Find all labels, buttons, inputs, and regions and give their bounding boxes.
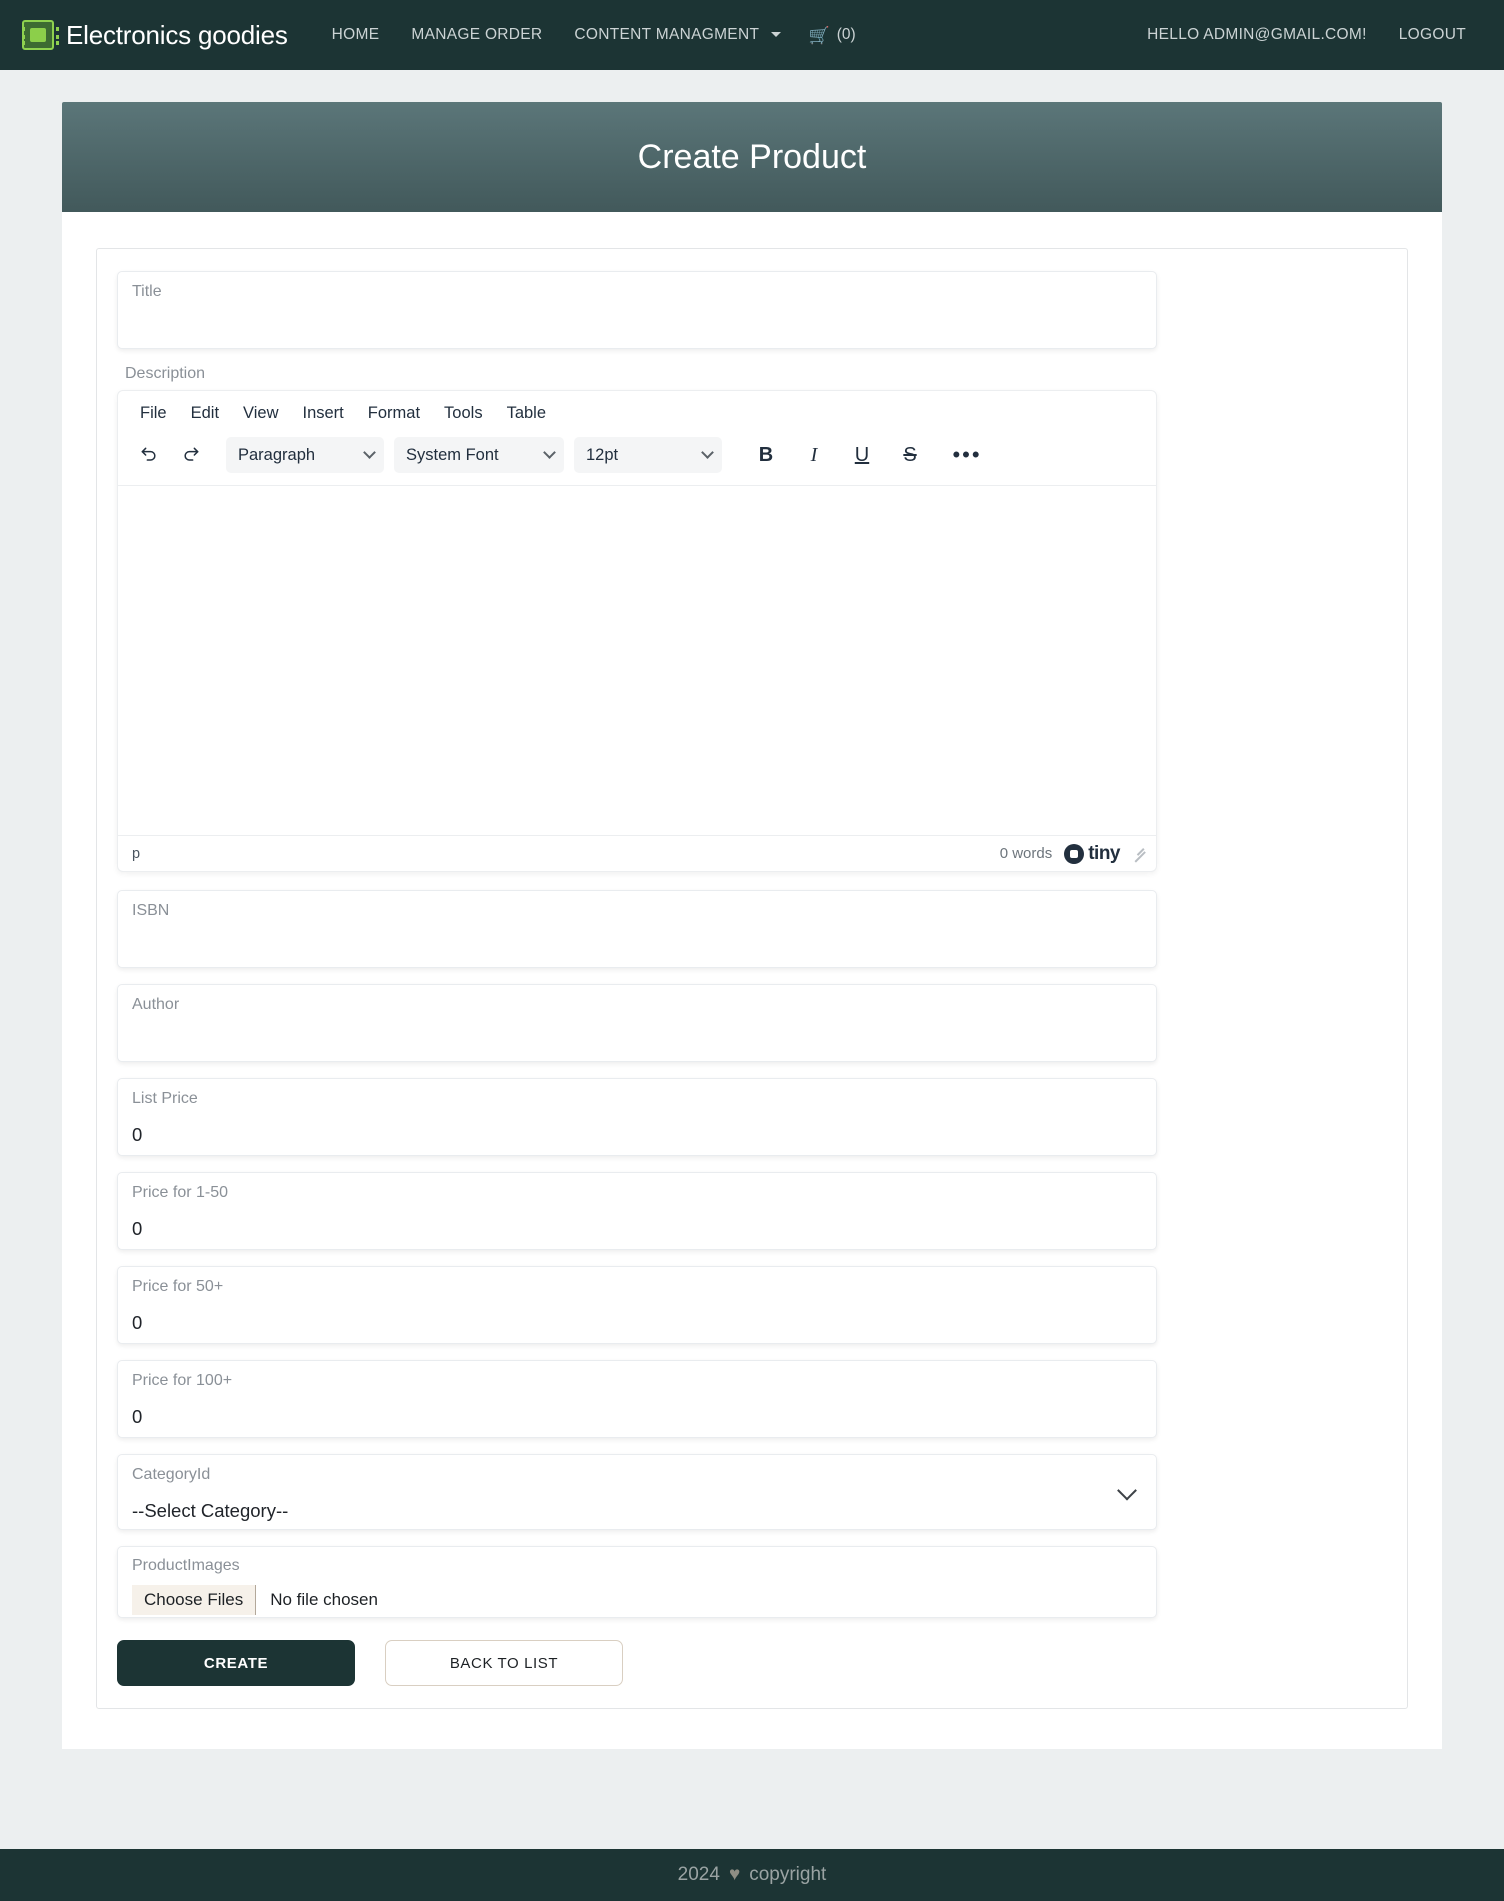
greeting-label: HELLO ADMIN@GMAIL.COM! <box>1147 26 1367 43</box>
tinymce-brand-label: tiny <box>1088 842 1120 864</box>
footer-text: copyright <box>749 1864 827 1885</box>
price-100-plus-field[interactable]: Price for 100+ 0 <box>117 1360 1157 1438</box>
logout-label: LOGOUT <box>1398 26 1466 43</box>
strikethrough-button[interactable]: S <box>888 437 932 473</box>
heart-icon: ♥ <box>728 1864 741 1885</box>
block-format-select[interactable]: Paragraph <box>226 437 384 473</box>
create-button[interactable]: Create <box>117 1640 355 1686</box>
price-50-plus-field[interactable]: Price for 50+ 0 <box>117 1266 1157 1344</box>
font-family-value: System Font <box>406 445 499 464</box>
description-editor: File Edit View Insert Format Tools Table <box>117 390 1157 872</box>
italic-button[interactable]: I <box>792 437 836 473</box>
product-form: Title Description File Edit View Insert … <box>96 248 1408 1709</box>
font-size-value: 12pt <box>586 445 619 464</box>
logout-link[interactable]: LOGOUT <box>1383 18 1482 52</box>
chevron-down-icon <box>363 445 376 459</box>
nav-link-content-managment-label: CONTENT MANAGMENT <box>574 26 759 43</box>
menu-insert[interactable]: Insert <box>293 400 354 427</box>
author-input[interactable] <box>132 1030 1142 1052</box>
page-header-banner: Create Product <box>62 102 1442 212</box>
more-options-icon[interactable]: ••• <box>948 437 986 473</box>
nav-link-manage-order[interactable]: MANAGE ORDER <box>395 18 558 52</box>
menu-edit[interactable]: Edit <box>181 400 229 427</box>
nav-links: HOME MANAGE ORDER CONTENT MANAGMENT 🛒 (0… <box>316 18 868 52</box>
footer-year: 2024 <box>677 1864 720 1885</box>
element-path[interactable]: p <box>132 846 140 862</box>
page-container: Create Product Title Description File Ed… <box>0 102 1504 1749</box>
description-label: Description <box>125 365 206 382</box>
back-to-list-button[interactable]: Back to List <box>385 1640 623 1686</box>
menu-view[interactable]: View <box>233 400 288 427</box>
list-price-label: List Price <box>132 1090 198 1107</box>
file-input-row: Choose Files No file chosen <box>132 1584 1142 1615</box>
price-50-plus-label: Price for 50+ <box>132 1278 224 1295</box>
price-1-50-field[interactable]: Price for 1-50 0 <box>117 1172 1157 1250</box>
word-count: 0 words <box>999 845 1053 862</box>
brand-logo[interactable]: Electronics goodies <box>22 20 288 51</box>
category-select-value[interactable]: --Select Category-- <box>132 1500 1142 1522</box>
font-size-select[interactable]: 12pt <box>574 437 722 473</box>
price-100-plus-input[interactable]: 0 <box>132 1406 1142 1428</box>
page-footer: 2024 ♥ copyright <box>0 1849 1504 1901</box>
undo-icon[interactable] <box>130 437 168 473</box>
author-label: Author <box>132 996 180 1013</box>
category-label: CategoryId <box>132 1466 211 1483</box>
nav-right-group: HELLO ADMIN@GMAIL.COM! LOGOUT <box>1131 18 1482 52</box>
editor-toolbar: Paragraph System Font 12pt B I U S ••• <box>118 431 1156 485</box>
cart-link[interactable]: 🛒 (0) <box>797 18 868 52</box>
price-1-50-label: Price for 1-50 <box>132 1184 229 1201</box>
author-field[interactable]: Author <box>117 984 1157 1062</box>
page-card-body: Title Description File Edit View Insert … <box>62 212 1442 1749</box>
form-inner: Title Description File Edit View Insert … <box>117 271 1157 1686</box>
form-actions: Create Back to List <box>117 1640 1157 1686</box>
list-price-field[interactable]: List Price 0 <box>117 1078 1157 1156</box>
brand-name: Electronics goodies <box>66 19 288 50</box>
cart-count: (0) <box>836 26 856 43</box>
block-format-value: Paragraph <box>238 445 316 464</box>
isbn-label: ISBN <box>132 902 170 919</box>
menu-file[interactable]: File <box>130 400 177 427</box>
statusbar-right: 0 words tiny <box>1000 843 1146 865</box>
price-50-plus-input[interactable]: 0 <box>132 1312 1142 1334</box>
nav-link-content-managment[interactable]: CONTENT MANAGMENT <box>558 18 796 52</box>
nav-link-home-label: HOME <box>331 26 380 43</box>
chevron-down-icon <box>701 445 714 459</box>
greeting-link[interactable]: HELLO ADMIN@GMAIL.COM! <box>1131 18 1383 52</box>
page-title: Create Product <box>637 137 867 176</box>
top-navbar: Electronics goodies HOME MANAGE ORDER CO… <box>0 0 1504 70</box>
editor-content-area[interactable] <box>118 485 1156 835</box>
title-input[interactable] <box>132 317 1142 339</box>
shopping-cart-icon: 🛒 <box>808 25 830 45</box>
menu-tools[interactable]: Tools <box>434 400 493 427</box>
underline-button[interactable]: U <box>840 437 884 473</box>
menu-format[interactable]: Format <box>358 400 430 427</box>
price-1-50-input[interactable]: 0 <box>132 1218 1142 1240</box>
nav-link-manage-order-label: MANAGE ORDER <box>411 26 543 43</box>
resize-handle-icon[interactable] <box>1132 847 1146 861</box>
bold-button[interactable]: B <box>744 437 788 473</box>
price-100-plus-label: Price for 100+ <box>132 1372 233 1389</box>
tinymce-mark-icon <box>1064 843 1085 864</box>
font-family-select[interactable]: System Font <box>394 437 564 473</box>
menu-table[interactable]: Table <box>497 400 556 427</box>
isbn-field[interactable]: ISBN <box>117 890 1157 968</box>
tinymce-logo[interactable]: tiny <box>1064 843 1120 865</box>
isbn-input[interactable] <box>132 936 1142 958</box>
category-field[interactable]: CategoryId --Select Category-- <box>117 1454 1157 1530</box>
choose-files-button[interactable]: Choose Files <box>132 1584 257 1615</box>
chevron-down-icon <box>543 445 556 459</box>
title-label: Title <box>132 283 162 300</box>
nav-link-home[interactable]: HOME <box>316 18 396 52</box>
list-price-input[interactable]: 0 <box>132 1124 1142 1146</box>
product-images-field[interactable]: ProductImages Choose Files No file chose… <box>117 1546 1157 1618</box>
microchip-icon <box>22 20 54 50</box>
chevron-down-icon <box>770 32 781 37</box>
file-status-text: No file chosen <box>270 1589 378 1609</box>
title-field[interactable]: Title <box>117 271 1157 349</box>
product-images-label: ProductImages <box>132 1557 240 1574</box>
editor-statusbar: p 0 words tiny <box>118 835 1156 871</box>
editor-menubar: File Edit View Insert Format Tools Table <box>118 391 1156 431</box>
redo-icon[interactable] <box>172 437 210 473</box>
